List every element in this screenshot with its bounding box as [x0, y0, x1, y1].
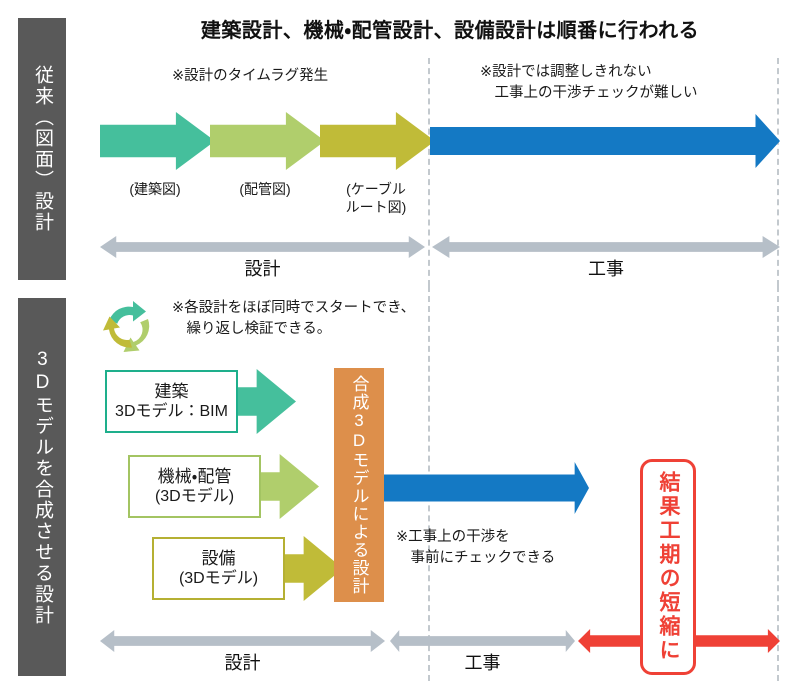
- model-box-equipment[interactable]: 設備 (3Dモデル): [152, 537, 285, 600]
- recycle-arrows-icon: [103, 301, 150, 352]
- measure-label-construction-top: 工事: [588, 259, 624, 279]
- note-pre-check: ※工事上の干渉を 事前にチェックできる: [396, 529, 556, 567]
- divider-dashed-design-construction-top: [428, 58, 430, 286]
- arrow-construction-traditional: [430, 114, 780, 168]
- divider-dashed-end-top: [777, 58, 779, 286]
- measure-label-construction-bottom: 工事: [464, 653, 501, 673]
- synthesis-3d-model-column: 合成3Dモデルによる設計: [334, 368, 384, 602]
- arrow-construction-bim: [384, 462, 589, 514]
- arrow-cable-route-drawing: [320, 112, 435, 170]
- model-box-architecture-line1: 建築: [154, 381, 189, 401]
- section-label-bim: 3Dモデルを合成させる設計: [18, 298, 66, 676]
- infographic-root: 従来（図面）設計 建築設計、機械・配管設計、設備設計は順番に行われる ※設計のタ…: [0, 0, 800, 693]
- arrow-piping-drawing: [210, 112, 325, 170]
- section-label-traditional: 従来（図面）設計: [18, 18, 66, 280]
- model-box-architecture[interactable]: 建築 3Dモデル：BIM: [105, 370, 238, 433]
- model-box-mechanical-piping[interactable]: 機械・配管 (3Dモデル): [128, 455, 261, 518]
- model-box-mechanical-line2: (3Dモデル): [154, 488, 235, 506]
- measure-label-design-bottom: 設計: [224, 653, 261, 673]
- model-box-equipment-line1: 設備: [201, 548, 236, 568]
- arrow-architecture-drawing: [100, 112, 215, 170]
- note-parallel-start: ※各設計をほぼ同時でスタートでき、 繰り返し検証できる。: [172, 300, 416, 338]
- caption-cable-route-drawing: (ケーブル ルート図): [345, 181, 407, 216]
- measure-label-design-top: 設計: [244, 259, 281, 279]
- page-title: 建築設計、機械・配管設計、設備設計は順番に行われる: [200, 20, 700, 42]
- model-box-equipment-line2: (3Dモデル): [178, 570, 259, 588]
- model-box-architecture-line2: 3Dモデル：BIM: [115, 403, 228, 421]
- divider-dashed-end-bottom: [777, 286, 779, 681]
- note-interference-check: ※設計では調整しきれない 工事上の干渉チェックが難しい: [480, 64, 698, 102]
- model-box-mechanical-line1: 機械・配管: [157, 466, 232, 486]
- caption-architecture-drawing: (建築図): [129, 181, 181, 197]
- caption-piping-drawing: (配管図): [239, 181, 291, 197]
- note-time-lag: ※設計のタイムラグ発生: [172, 68, 329, 84]
- result-shortened-period-callout: 結果工期の短縮に: [640, 459, 696, 675]
